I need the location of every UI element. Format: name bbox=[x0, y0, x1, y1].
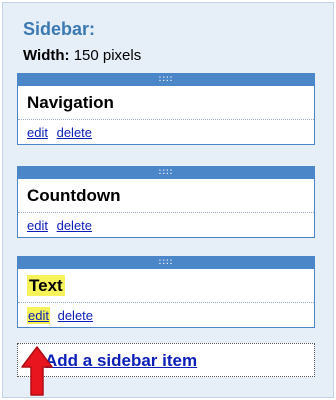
sidebar-width-label: Width: bbox=[23, 47, 70, 64]
widget-text: :::: Text edit delete bbox=[17, 256, 315, 328]
drag-handle[interactable]: :::: bbox=[18, 74, 314, 86]
widget-title: Text bbox=[18, 269, 314, 303]
drag-handle[interactable]: :::: bbox=[18, 257, 314, 269]
widget-navigation: :::: Navigation edit delete bbox=[17, 73, 315, 145]
widget-actions: edit delete bbox=[18, 213, 314, 237]
sidebar-width-info: Width: 150 pixels bbox=[23, 47, 141, 64]
sidebar-title: Sidebar: bbox=[23, 19, 96, 39]
red-arrow-up-icon bbox=[21, 346, 53, 396]
drag-handle[interactable]: :::: bbox=[18, 167, 314, 179]
delete-link[interactable]: delete bbox=[57, 125, 92, 140]
add-sidebar-item-row: Add a sidebar item bbox=[17, 343, 315, 377]
add-sidebar-item-link[interactable]: Add a sidebar item bbox=[45, 351, 197, 371]
sidebar-width-value: 150 pixels bbox=[73, 47, 142, 64]
edit-link-highlighted[interactable]: edit bbox=[27, 307, 50, 324]
widget-actions: edit delete bbox=[18, 303, 314, 327]
delete-link[interactable]: delete bbox=[57, 218, 92, 233]
widget-title: Countdown bbox=[18, 179, 314, 213]
widget-title: Navigation bbox=[18, 86, 314, 120]
edit-link[interactable]: edit bbox=[27, 125, 48, 140]
delete-link[interactable]: delete bbox=[58, 308, 93, 323]
widget-actions: edit delete bbox=[18, 120, 314, 144]
edit-link[interactable]: edit bbox=[27, 218, 48, 233]
widget-countdown: :::: Countdown edit delete bbox=[17, 166, 315, 238]
widget-title-highlighted: Text bbox=[27, 275, 65, 296]
